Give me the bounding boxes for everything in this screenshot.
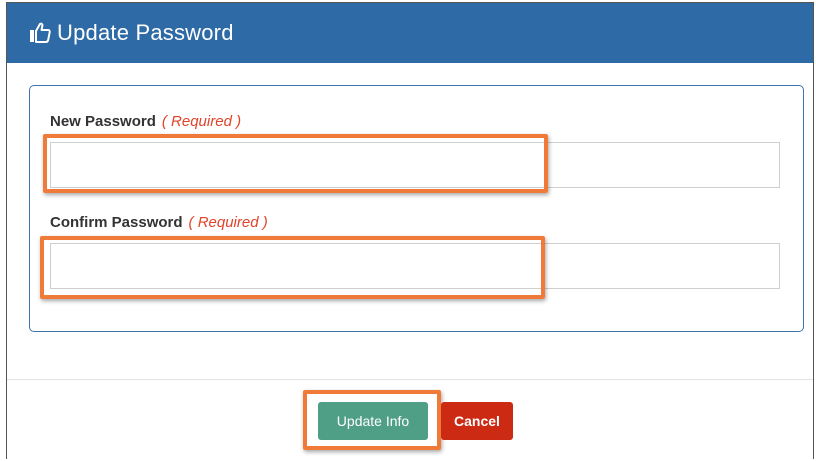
- dialog-header: Update Password: [7, 3, 813, 63]
- confirm-password-required-text: ( Required ): [188, 214, 268, 231]
- password-form-card: New Password ( Required ) Confirm Passwor…: [29, 85, 804, 332]
- dialog-title: Update Password: [57, 20, 234, 45]
- update-info-button[interactable]: Update Info: [318, 402, 428, 440]
- footer-divider: [7, 379, 813, 380]
- confirm-password-label: Confirm Password ( Required ): [50, 214, 268, 231]
- thumbs-up-icon: [29, 21, 53, 45]
- confirm-password-label-text: Confirm Password: [50, 214, 183, 231]
- new-password-input[interactable]: [50, 142, 780, 188]
- update-password-dialog: Update Password New Password ( Required )…: [6, 2, 814, 459]
- new-password-label: New Password ( Required ): [50, 113, 241, 130]
- cancel-button[interactable]: Cancel: [441, 402, 513, 440]
- confirm-password-input[interactable]: [50, 243, 780, 289]
- new-password-required-text: ( Required ): [161, 113, 242, 130]
- new-password-label-text: New Password: [50, 113, 156, 130]
